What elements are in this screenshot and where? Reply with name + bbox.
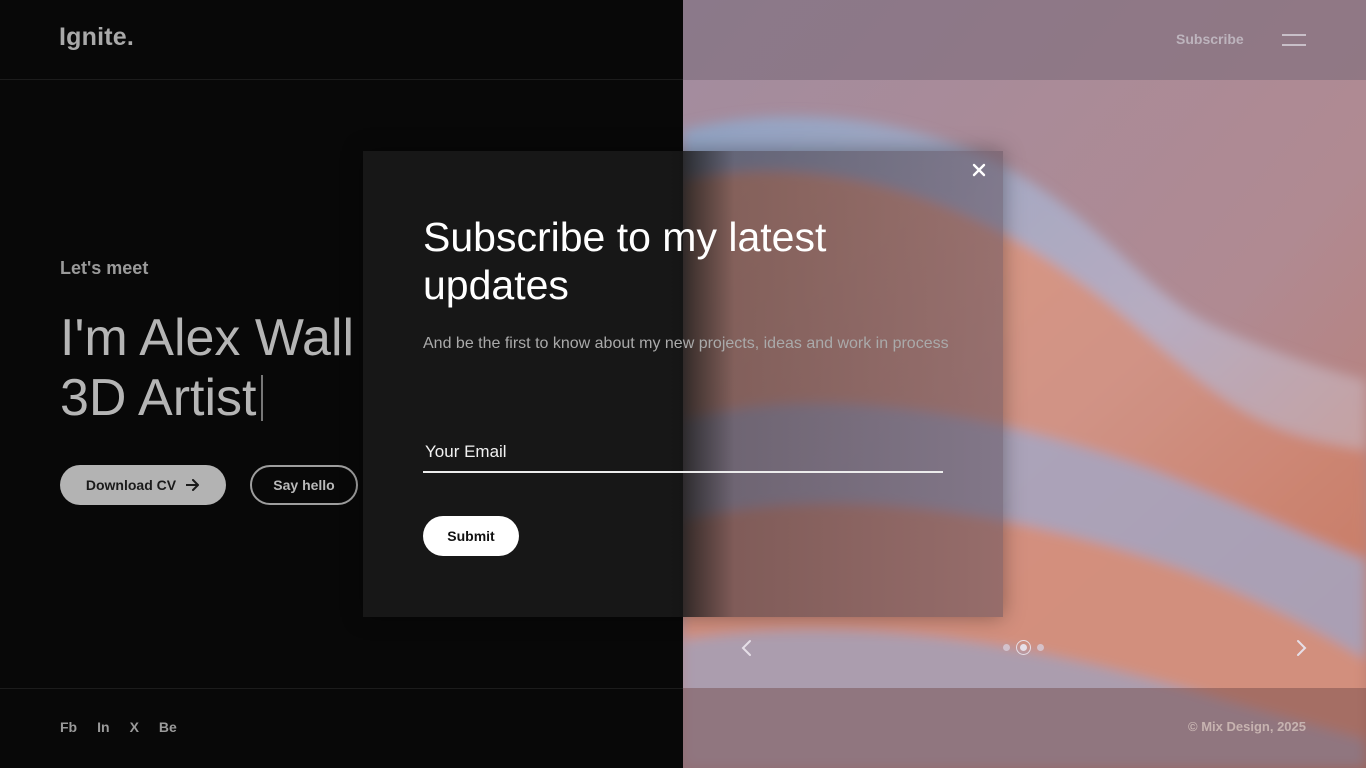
slider-dot-2[interactable] [1016,640,1031,655]
hamburger-icon[interactable] [1282,34,1306,46]
subscribe-modal: Subscribe to my latest updates And be th… [363,151,1003,617]
social-links: Fb In X Be [60,719,177,735]
slider-dots [1003,640,1044,655]
social-link-be[interactable]: Be [159,719,177,735]
headline-role: 3D Artist [60,369,257,427]
social-link-x[interactable]: X [130,719,139,735]
say-hello-label: Say hello [273,477,335,493]
email-field[interactable] [423,433,943,473]
typing-cursor [260,375,263,421]
headline-line-1: I'm Alex Wall [60,309,355,367]
modal-title: Subscribe to my latest updates [423,214,827,308]
copyright-text: © Mix Design, 2025 [1188,719,1306,734]
headline-line-2: 3D Artist [60,368,354,428]
header-bar-right [683,0,1366,80]
intro-text: Let's meet [60,258,149,278]
header-subscribe-link[interactable]: Subscribe [1176,31,1244,47]
social-link-fb[interactable]: Fb [60,719,77,735]
close-icon[interactable] [969,161,989,181]
social-link-in[interactable]: In [97,719,109,735]
site-logo[interactable]: Ignite. [59,23,134,52]
arrow-right-icon [186,479,200,491]
header-divider [0,79,683,80]
chevron-right-icon[interactable] [1291,638,1311,658]
footer-divider [0,688,683,689]
say-hello-button[interactable]: Say hello [250,465,358,505]
modal-description: And be the first to know about my new pr… [423,335,949,352]
download-cv-button[interactable]: Download CV [60,465,226,505]
hero-headline: I'm Alex Wall 3D Artist [60,308,354,428]
slider-dot-3[interactable] [1037,644,1044,651]
submit-button[interactable]: Submit [423,516,519,556]
download-cv-label: Download CV [85,477,177,493]
slider-dot-1[interactable] [1003,644,1010,651]
chevron-left-icon[interactable] [737,638,757,658]
